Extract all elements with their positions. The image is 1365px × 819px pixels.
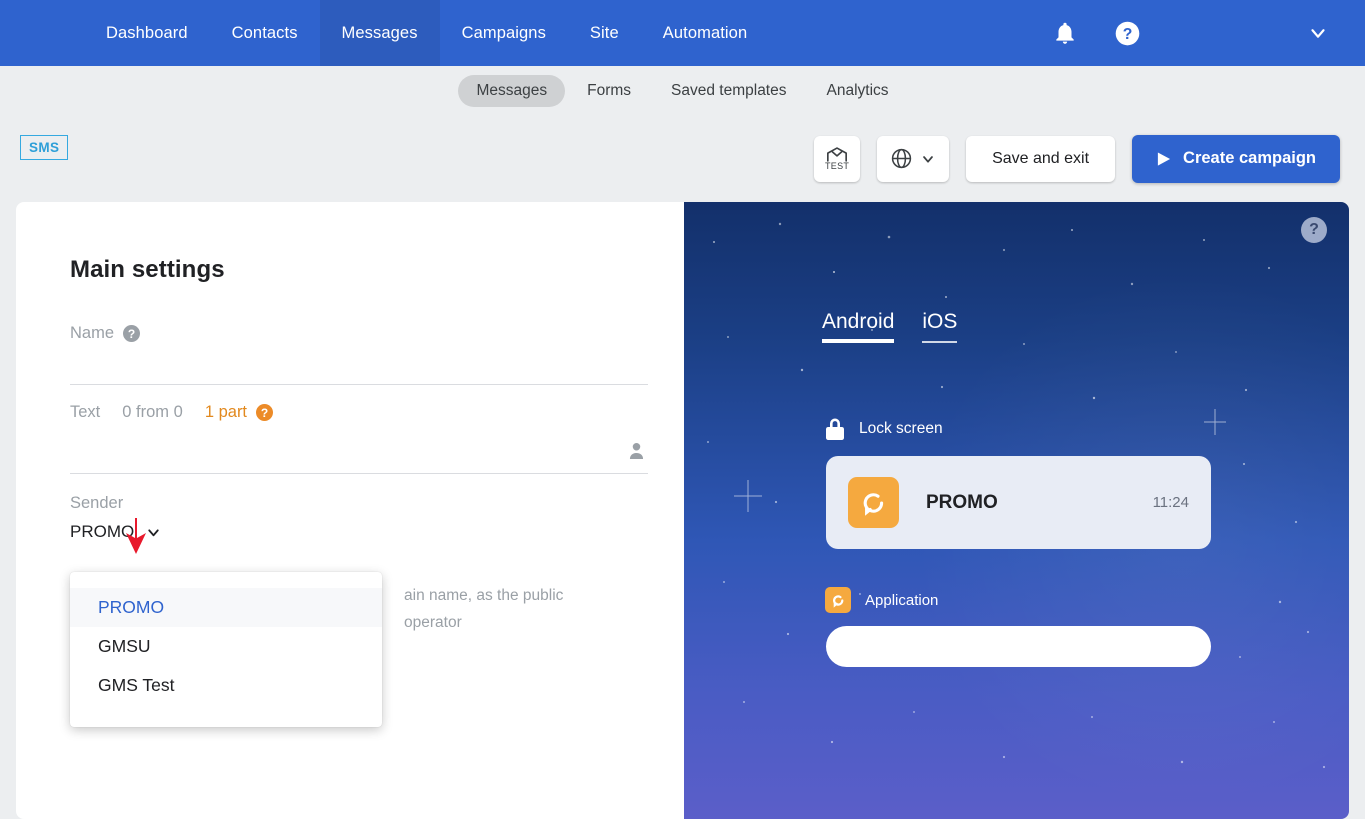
main-content: Main settings Name ? Text 0 from 0 1 par… [0, 202, 1365, 819]
option-label: GMS Test [98, 675, 175, 695]
chat-bubble-icon [848, 477, 899, 528]
top-nav-links: Dashboard Contacts Messages Campaigns Si… [84, 0, 769, 66]
tab-label: iOS [922, 310, 958, 333]
notification-title: PROMO [926, 491, 998, 513]
application-label: Application [865, 591, 939, 609]
sub-navigation-tabs: Messages Forms Saved templates Analytics [0, 66, 1365, 115]
nav-item-label: Automation [662, 23, 748, 42]
nav-item-campaigns[interactable]: Campaigns [440, 0, 568, 66]
nav-item-messages[interactable]: Messages [319, 0, 440, 66]
lock-screen-label: Lock screen [859, 420, 943, 437]
sender-dropdown-menu: PROMO GMSU GMS Test [70, 572, 382, 727]
tab-label: Messages [476, 81, 548, 99]
svg-text:?: ? [1123, 26, 1133, 43]
text-input[interactable] [70, 422, 648, 474]
name-help-icon[interactable]: ? [123, 325, 141, 342]
send-test-button[interactable]: TEST [814, 135, 861, 182]
tab-label: Forms [587, 81, 632, 99]
personalization-icon[interactable] [629, 442, 644, 464]
text-parts: 1 part [204, 403, 248, 421]
save-and-exit-button[interactable]: Save and exit [966, 135, 1116, 182]
text-parts-group: 1 part ? [204, 403, 274, 422]
text-counter: 0 from 0 [122, 403, 183, 422]
sender-option-gmsu[interactable]: GMSU [70, 627, 382, 666]
channel-badge-sms[interactable]: SMS [20, 135, 69, 160]
tab-label: Saved templates [671, 81, 787, 99]
tab-messages[interactable]: Messages [458, 74, 566, 107]
chevron-down-icon[interactable] [1307, 22, 1329, 44]
option-label: PROMO [98, 597, 165, 617]
globe-icon [891, 148, 912, 169]
sender-option-promo[interactable]: PROMO [70, 588, 382, 627]
sender-hint-line-2: operator [404, 614, 462, 631]
message-preview-panel: ? Android iOS Lock screen PROMO 11:24 Ap… [684, 202, 1349, 819]
nav-item-contacts[interactable]: Contacts [210, 0, 320, 66]
name-label: Name [70, 324, 115, 342]
nav-item-label: Campaigns [461, 23, 546, 42]
tab-analytics[interactable]: Analytics [809, 75, 907, 107]
lock-icon [826, 418, 844, 440]
play-icon [1157, 151, 1171, 166]
text-count-sep: from [136, 403, 170, 421]
lock-screen-header: Lock screen [825, 417, 943, 441]
parts-help-icon[interactable]: ? [256, 404, 274, 421]
save-label: Save and exit [992, 149, 1090, 167]
nav-item-label: Site [589, 23, 619, 42]
sender-label: Sender [70, 494, 124, 512]
text-count-current: 0 [122, 403, 132, 421]
create-label: Create campaign [1183, 149, 1316, 167]
tab-label: Android [822, 310, 895, 333]
test-label: TEST [824, 160, 850, 171]
top-nav-actions: ? [1052, 0, 1365, 66]
text-count-total: 0 [173, 403, 183, 421]
open-envelope-icon [827, 146, 848, 162]
os-preview-tabs: Android iOS [822, 310, 958, 343]
tab-saved-templates[interactable]: Saved templates [653, 75, 804, 107]
application-message-preview [826, 626, 1211, 667]
nav-item-dashboard[interactable]: Dashboard [84, 0, 210, 66]
sender-hint: ain name, as the public operator [404, 582, 704, 636]
page-title: Main settings [70, 256, 225, 283]
nav-item-label: Messages [341, 23, 418, 42]
chat-bubble-icon [825, 587, 851, 613]
name-field-group: Name ? [70, 324, 648, 385]
sender-hint-line-1: ain name, as the public [404, 587, 564, 604]
annotation-arrow-icon [126, 518, 146, 554]
text-field-group: Text 0 from 0 1 part ? [70, 403, 648, 474]
nav-item-label: Dashboard [106, 23, 188, 42]
create-campaign-button[interactable]: Create campaign [1132, 134, 1340, 183]
chevron-down-icon [923, 155, 933, 163]
nav-item-automation[interactable]: Automation [641, 0, 769, 66]
text-label: Text [70, 403, 101, 421]
notification-preview-card: PROMO 11:24 [826, 456, 1211, 549]
sender-field-group: Sender PROMO ain name, as the public ope… [70, 494, 648, 727]
option-label: GMSU [98, 636, 151, 656]
tab-ios[interactable]: iOS [922, 310, 958, 343]
nav-item-site[interactable]: Site [568, 0, 641, 66]
top-navigation-bar: Dashboard Contacts Messages Campaigns Si… [0, 0, 1365, 66]
tab-label: Analytics [826, 81, 889, 99]
notification-time: 11:24 [1152, 494, 1189, 511]
action-buttons: TEST Save and exit Create campaign [814, 134, 1340, 183]
name-label-row: Name ? [70, 324, 648, 343]
help-circle-icon[interactable]: ? [1114, 20, 1141, 47]
tab-android[interactable]: Android [822, 310, 895, 343]
nav-item-label: Contacts [231, 23, 298, 42]
language-selector-button[interactable] [877, 135, 950, 182]
bell-icon[interactable] [1052, 20, 1078, 46]
tab-forms[interactable]: Forms [569, 75, 649, 107]
main-settings-card: Main settings Name ? Text 0 from 0 1 par… [16, 202, 684, 819]
sender-option-gms-test[interactable]: GMS Test [70, 666, 382, 705]
action-bar: SMS TEST Save and exit Create campaign [0, 115, 1365, 202]
preview-help-icon[interactable]: ? [1301, 217, 1327, 243]
text-label-row: Text 0 from 0 1 part ? [70, 403, 648, 422]
application-header: Application [825, 587, 938, 613]
name-input[interactable] [70, 343, 648, 385]
